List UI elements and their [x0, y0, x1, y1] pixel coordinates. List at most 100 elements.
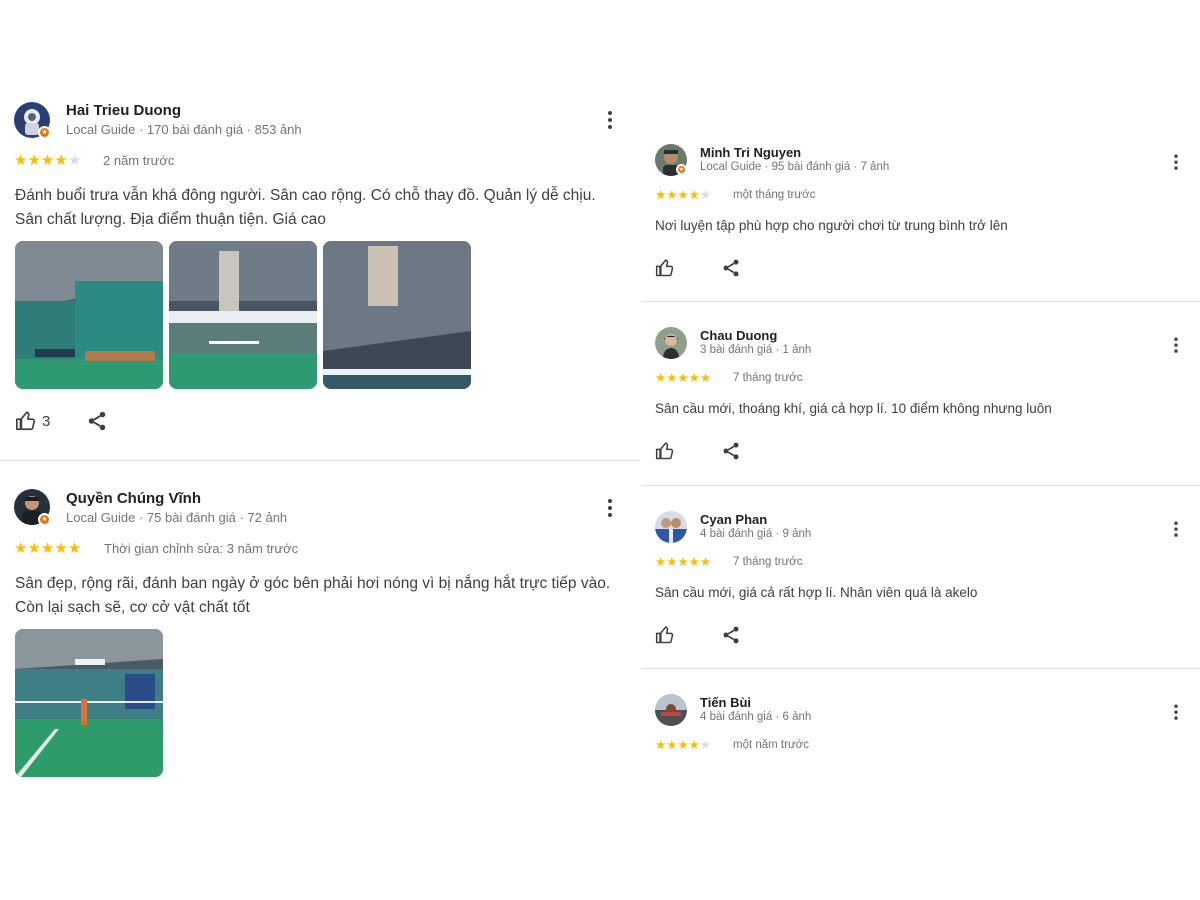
star-rating: ★★★★★	[655, 554, 711, 569]
star-icon: ★	[67, 152, 82, 169]
like-count: 3	[42, 412, 51, 430]
review-time: Thời gian chỉnh sửa: 3 năm trước	[104, 541, 299, 556]
avatar[interactable]	[655, 327, 687, 359]
share-button[interactable]	[721, 258, 741, 278]
star-icon: ★	[27, 540, 41, 557]
reviewer-name[interactable]: Cyan Phan	[700, 512, 767, 527]
star-icon: ★	[655, 738, 667, 752]
review-card: ★ Quyền Chúng Vĩnh Local Guide · 75 bài …	[0, 482, 640, 782]
star-icon: ★	[40, 540, 55, 557]
star-icon: ★	[655, 555, 667, 569]
local-guide-badge-icon: ★	[38, 126, 51, 139]
review-text: Nơi luyện tập phù hợp cho người chơi từ …	[655, 218, 1008, 233]
thumb-up-icon	[655, 441, 675, 461]
star-icon: ★	[677, 371, 689, 385]
star-icon: ★	[699, 738, 712, 752]
reviewer-meta: Local Guide · 170 bài đánh giá · 853 ảnh	[66, 122, 302, 137]
thumb-up-icon	[15, 410, 37, 432]
share-icon	[721, 441, 741, 461]
review-time: một tháng trước	[733, 189, 816, 201]
more-options-icon[interactable]	[1168, 153, 1185, 173]
reviewer-meta: 3 bài đánh giá · 1 ảnh	[700, 344, 812, 356]
review-actions	[655, 441, 741, 461]
review-text: Sân đẹp, rộng rãi, đánh ban ngày ở góc b…	[15, 575, 611, 616]
star-icon: ★	[688, 188, 700, 202]
star-icon: ★	[688, 555, 700, 569]
divider	[642, 668, 1200, 669]
star-rating: ★★★★★	[14, 539, 81, 557]
more-options-icon[interactable]	[1168, 336, 1185, 356]
star-icon: ★	[677, 555, 689, 569]
local-guide-badge-icon: ★	[676, 164, 687, 175]
star-icon: ★	[699, 371, 712, 385]
star-icon: ★	[40, 152, 55, 169]
star-icon: ★	[27, 152, 41, 169]
star-icon: ★	[666, 371, 678, 385]
review-photo[interactable]	[15, 241, 163, 389]
star-icon: ★	[666, 188, 678, 202]
like-button[interactable]	[655, 258, 675, 278]
star-rating: ★★★★★	[655, 737, 711, 752]
review-photo[interactable]	[323, 241, 471, 389]
review-actions	[655, 258, 741, 278]
review-photos	[15, 629, 163, 777]
review-actions: 3	[15, 410, 108, 432]
share-button[interactable]	[721, 441, 741, 461]
review-time: một năm trước	[733, 739, 809, 751]
reviewer-name[interactable]: Hai Trieu Duong	[66, 102, 181, 119]
review-card: Cyan Phan 4 bài đánh giá · 9 ảnh ★★★★★ 7…	[642, 507, 1200, 667]
reviewer-meta: Local Guide · 75 bài đánh giá · 72 ảnh	[66, 510, 288, 525]
share-icon	[721, 258, 741, 278]
review-card: ★ Minh Tri Nguyen Local Guide · 95 bài đ…	[642, 140, 1200, 300]
review-text: Sân cầu mới, giá cả rất hợp lí. Nhân viê…	[655, 585, 978, 600]
share-button[interactable]	[86, 410, 108, 432]
more-options-icon[interactable]	[1168, 520, 1185, 540]
more-options-icon[interactable]	[600, 497, 620, 521]
like-button[interactable]	[655, 441, 675, 461]
reviewer-name[interactable]: Chau Duong	[700, 328, 777, 343]
share-icon	[721, 625, 741, 645]
review-time: 7 tháng trước	[733, 556, 803, 568]
star-icon: ★	[677, 738, 689, 752]
thumb-up-icon	[655, 625, 675, 645]
local-guide-badge-icon: ★	[38, 513, 51, 526]
more-options-icon[interactable]	[600, 109, 620, 133]
reviewer-name[interactable]: Quyền Chúng Vĩnh	[66, 490, 201, 507]
star-icon: ★	[666, 738, 678, 752]
review-text: Sân cầu mới, thoáng khí, giá cả hợp lí. …	[655, 401, 1052, 416]
divider	[642, 485, 1200, 486]
avatar[interactable]	[655, 511, 687, 543]
review-photo[interactable]	[15, 629, 163, 777]
review-card: Tiến Bùi 4 bài đánh giá · 6 ảnh ★★★★★ mộ…	[642, 690, 1200, 770]
review-card: Chau Duong 3 bài đánh giá · 1 ảnh ★★★★★ …	[642, 323, 1200, 483]
star-icon: ★	[655, 188, 667, 202]
avatar[interactable]	[655, 694, 687, 726]
reviewer-meta: 4 bài đánh giá · 6 ảnh	[700, 711, 812, 723]
more-options-icon[interactable]	[1168, 703, 1185, 723]
review-time: 2 năm trước	[103, 153, 175, 168]
reviewer-meta: Local Guide · 95 bài đánh giá · 7 ảnh	[700, 161, 890, 173]
review-card: ★ Hai Trieu Duong Local Guide · 170 bài …	[0, 95, 640, 455]
review-actions	[655, 625, 741, 645]
star-icon: ★	[14, 540, 28, 557]
star-icon: ★	[54, 152, 68, 169]
divider	[642, 301, 1200, 302]
review-photo[interactable]	[169, 241, 317, 389]
divider	[0, 460, 640, 461]
review-photos	[15, 241, 471, 389]
reviewer-name[interactable]: Tiến Bùi	[700, 695, 751, 710]
star-icon: ★	[688, 371, 700, 385]
star-icon: ★	[67, 540, 82, 557]
star-icon: ★	[677, 188, 689, 202]
share-button[interactable]	[721, 625, 741, 645]
star-icon: ★	[699, 188, 712, 202]
like-button[interactable]: 3	[15, 410, 50, 432]
star-icon: ★	[655, 371, 667, 385]
star-icon: ★	[14, 152, 28, 169]
star-rating: ★★★★★	[655, 187, 711, 202]
thumb-up-icon	[655, 258, 675, 278]
star-icon: ★	[666, 555, 678, 569]
reviewer-name[interactable]: Minh Tri Nguyen	[700, 145, 801, 160]
star-icon: ★	[54, 540, 68, 557]
like-button[interactable]	[655, 625, 675, 645]
